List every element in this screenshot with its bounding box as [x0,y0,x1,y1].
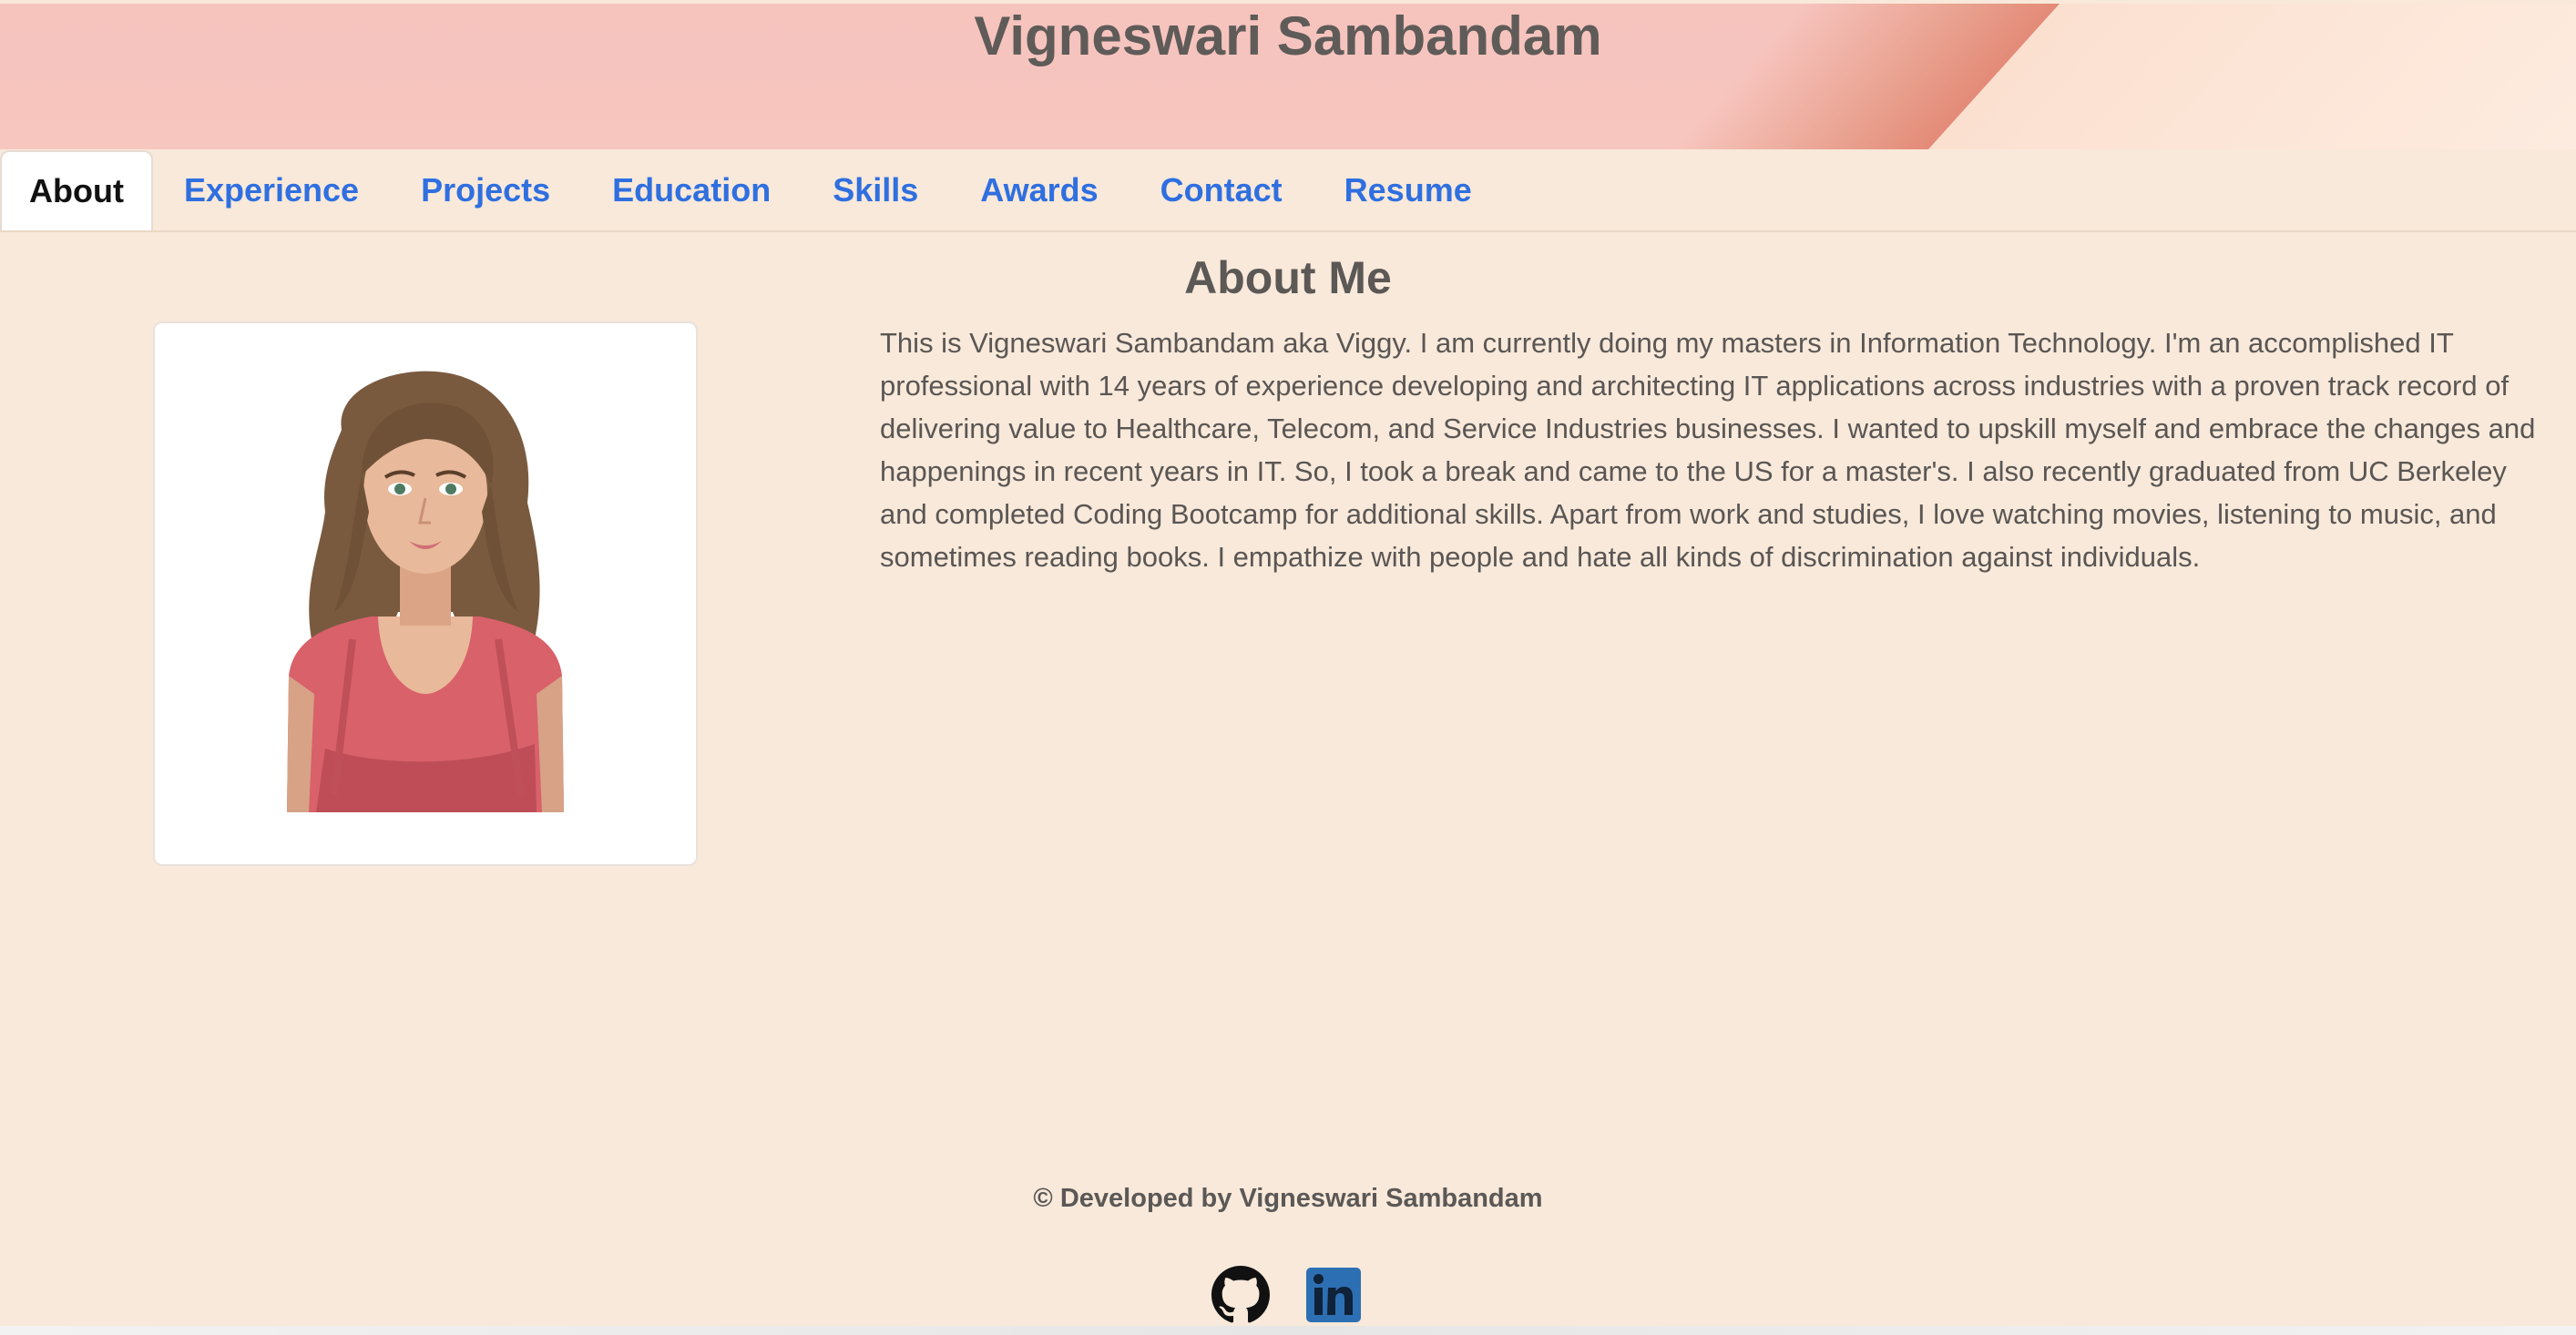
header-banner: Vigneswari Sambandam [0,4,2576,149]
linkedin-link[interactable] [1304,1266,1363,1324]
nav-tabs: About Experience Projects Education Skil… [0,150,2576,232]
tab-about[interactable]: About [0,150,153,230]
tab-experience[interactable]: Experience [153,150,390,230]
window-bottom-edge [0,1326,2576,1335]
linkedin-icon [1306,1268,1361,1322]
avatar-card [153,321,698,866]
social-links [1211,1266,1363,1324]
github-link[interactable] [1211,1266,1270,1324]
footer-credit: © Developed by Vigneswari Sambandam [1033,1184,1543,1213]
tab-awards[interactable]: Awards [949,150,1129,230]
tab-resume[interactable]: Resume [1314,150,1503,230]
github-icon [1211,1266,1270,1323]
portfolio-page: Vigneswari Sambandam About Experience Pr… [0,0,2576,1335]
tab-skills[interactable]: Skills [802,150,949,230]
tab-contact[interactable]: Contact [1130,150,1314,230]
woman-avatar-illustration [287,371,564,812]
site-title: Vigneswari Sambandam [974,5,1602,66]
tab-projects[interactable]: Projects [390,150,581,230]
about-paragraph: This is Vigneswari Sambandam aka Viggy. … [880,327,2536,573]
tab-education[interactable]: Education [581,150,802,230]
about-heading: About Me [1184,252,1392,303]
